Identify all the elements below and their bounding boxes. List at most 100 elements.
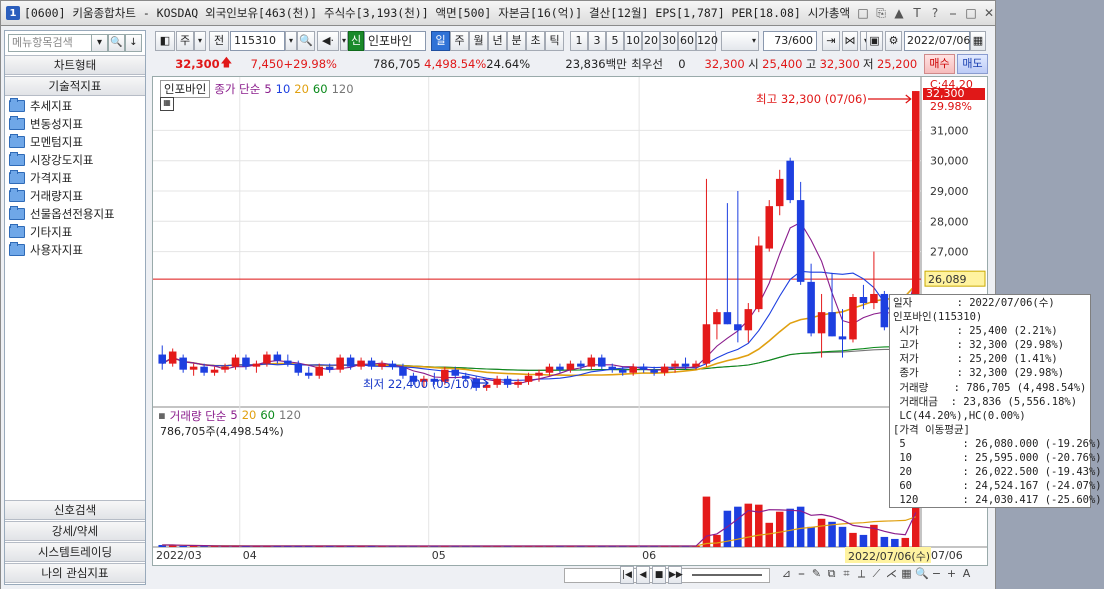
interval-button[interactable]: 60 bbox=[678, 31, 696, 51]
candle-body[interactable] bbox=[660, 366, 669, 373]
volume-bar[interactable] bbox=[179, 545, 187, 547]
play-right-icon[interactable]: ▶▶ bbox=[668, 566, 683, 584]
volume-bar[interactable] bbox=[765, 522, 774, 547]
sell-button[interactable]: 매도 bbox=[956, 54, 988, 74]
restore-icon[interactable]: □ bbox=[857, 6, 869, 21]
date-field[interactable]: 2022/07/06 bbox=[904, 31, 970, 51]
sound-icon[interactable]: ◀· bbox=[317, 31, 339, 51]
scroll-end-left-icon[interactable]: |◀ bbox=[620, 566, 634, 584]
add-icon[interactable]: ⇥ bbox=[822, 31, 840, 51]
copy-icon[interactable]: ⧉ bbox=[825, 567, 838, 581]
play-left-icon[interactable]: ◀ bbox=[636, 566, 650, 584]
candle-body[interactable] bbox=[514, 381, 522, 385]
top-icon[interactable]: ▲ bbox=[893, 6, 905, 21]
interval-button[interactable]: 30 bbox=[660, 31, 678, 51]
candle-body[interactable] bbox=[179, 357, 187, 370]
candle-body[interactable] bbox=[252, 363, 261, 367]
indicator-folder[interactable]: 선물옵션전용지표 bbox=[9, 205, 115, 223]
candle-body[interactable] bbox=[388, 363, 397, 367]
candle-body[interactable] bbox=[325, 366, 334, 370]
indicator-folder[interactable]: 가격지표 bbox=[9, 169, 115, 187]
candle-body[interactable] bbox=[713, 312, 721, 325]
chart-menu-icon[interactable]: ◧ bbox=[155, 31, 175, 51]
candle-body[interactable] bbox=[535, 372, 543, 376]
candle-body[interactable] bbox=[273, 354, 282, 361]
interval-dropdown-icon[interactable]: ▾ bbox=[721, 31, 759, 51]
ruler-icon[interactable]: ⟂ bbox=[855, 567, 868, 581]
candle-body[interactable] bbox=[545, 366, 554, 373]
section-chart-type[interactable]: 차트형태 bbox=[5, 55, 145, 75]
volume-bar[interactable] bbox=[859, 534, 868, 547]
fan-icon[interactable]: ⋌ bbox=[885, 567, 898, 581]
volume-bar[interactable] bbox=[796, 506, 805, 547]
help-icon[interactable]: ? bbox=[929, 6, 941, 21]
section-bull-bear[interactable]: 강세/약세 bbox=[5, 521, 145, 541]
candle-body[interactable] bbox=[629, 366, 637, 373]
indicator-folder[interactable]: 거래량지표 bbox=[9, 187, 115, 205]
volume-bar[interactable] bbox=[775, 511, 784, 547]
section-signal-search[interactable]: 신호검색 bbox=[5, 500, 145, 520]
period-button[interactable]: 년 bbox=[488, 31, 507, 51]
candle-body[interactable] bbox=[577, 363, 585, 367]
candle-body[interactable] bbox=[807, 281, 815, 334]
period-button[interactable]: 초 bbox=[526, 31, 545, 51]
grid-icon[interactable]: ▦ bbox=[900, 567, 913, 581]
candle-body[interactable] bbox=[765, 206, 774, 249]
copy-icon[interactable]: ⎘ bbox=[875, 6, 887, 21]
candle-body[interactable] bbox=[158, 354, 167, 364]
legend-stock-name[interactable]: 인포바인 bbox=[160, 80, 211, 98]
candle-body[interactable] bbox=[263, 354, 271, 364]
volume-bar[interactable] bbox=[786, 508, 794, 547]
candle-body[interactable] bbox=[221, 366, 229, 370]
indicator-folder[interactable]: 기타지표 bbox=[9, 223, 115, 241]
candle-body[interactable] bbox=[838, 336, 847, 340]
period-button[interactable]: 분 bbox=[507, 31, 526, 51]
candle-body[interactable] bbox=[168, 351, 177, 364]
candle-body[interactable] bbox=[524, 375, 533, 382]
interval-button[interactable]: 120 bbox=[696, 31, 718, 51]
text-icon[interactable]: A bbox=[960, 567, 973, 581]
candle-body[interactable] bbox=[587, 357, 596, 367]
interval-button[interactable]: 10 bbox=[624, 31, 642, 51]
volume-bar[interactable] bbox=[817, 518, 826, 547]
period-button[interactable]: 틱 bbox=[545, 31, 564, 51]
volume-bar[interactable] bbox=[713, 534, 721, 547]
interval-button[interactable]: 20 bbox=[642, 31, 660, 51]
zoom-slider[interactable] bbox=[692, 574, 762, 576]
grid-toggle-icon[interactable]: ▦ bbox=[160, 97, 174, 111]
candle-body[interactable] bbox=[817, 312, 826, 334]
code-dropdown-icon[interactable]: ▾ bbox=[285, 31, 297, 51]
font-icon[interactable]: T bbox=[911, 6, 923, 21]
save-icon[interactable]: ▣ bbox=[866, 31, 883, 51]
section-system-trading[interactable]: 시스템트레이딩 bbox=[5, 542, 145, 562]
plus-icon[interactable]: + bbox=[945, 567, 958, 581]
candle-body[interactable] bbox=[294, 363, 303, 373]
candle-body[interactable] bbox=[755, 245, 763, 310]
interval-button[interactable]: 5 bbox=[606, 31, 624, 51]
candle-body[interactable] bbox=[357, 360, 365, 367]
volume-bar[interactable] bbox=[189, 545, 198, 547]
candle-body[interactable] bbox=[242, 357, 250, 367]
stock-name-field[interactable]: 인포바인 bbox=[364, 31, 426, 51]
candle-body[interactable] bbox=[336, 357, 344, 370]
candle-body[interactable] bbox=[566, 363, 575, 370]
minus-icon[interactable]: − bbox=[930, 567, 943, 581]
period-button[interactable]: 주 bbox=[450, 31, 469, 51]
candle-body[interactable] bbox=[775, 178, 784, 207]
candle-body[interactable] bbox=[786, 160, 794, 201]
candle-body[interactable] bbox=[304, 372, 313, 376]
indicator-folder[interactable]: 사용자지표 bbox=[9, 241, 115, 259]
maximize-icon[interactable]: □ bbox=[965, 6, 977, 21]
indicator-folder[interactable]: 변동성지표 bbox=[9, 115, 115, 133]
candle-body[interactable] bbox=[378, 363, 386, 367]
volume-bar[interactable] bbox=[891, 538, 899, 547]
gear-icon[interactable]: ⚙ bbox=[885, 31, 902, 51]
volume-bar[interactable] bbox=[849, 532, 857, 547]
download-icon[interactable]: ↓ bbox=[125, 34, 142, 52]
section-my-indicators[interactable]: 나의 관심지표 bbox=[5, 563, 145, 583]
close-icon[interactable]: ✕ bbox=[983, 6, 995, 21]
candle-body[interactable] bbox=[598, 357, 606, 367]
candle-body[interactable] bbox=[231, 357, 240, 367]
candle-body[interactable] bbox=[744, 309, 753, 331]
candlestick-chart[interactable]: 31,000 30,000 29,000 28,000 27,000 2022/03 04 0… bbox=[153, 77, 987, 565]
